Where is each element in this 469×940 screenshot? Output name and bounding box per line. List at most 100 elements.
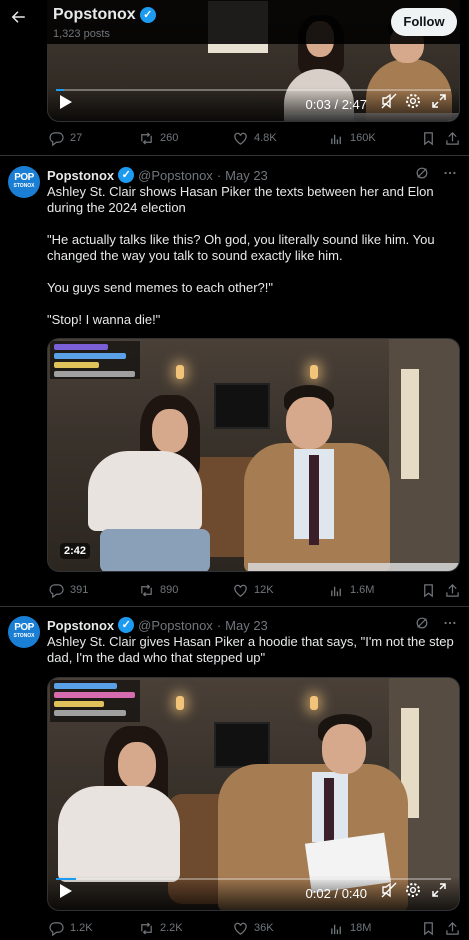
tweet-divider [0, 606, 469, 607]
video-frame-tv [214, 722, 270, 768]
verified-badge-icon: ✓ [139, 7, 156, 23]
video-person-2-face [322, 724, 366, 774]
view-count: 160K [350, 132, 376, 144]
tweet3-video[interactable]: 0:02 / 0:40 [47, 677, 460, 911]
tweet1-actions: 27 260 4.8K 160K [47, 128, 460, 148]
tweet3-header-icons [415, 616, 457, 633]
repost-count: 890 [160, 584, 179, 596]
video-person-2-tie [309, 455, 319, 545]
video-ticker [248, 563, 459, 571]
tweet3-header: Popstonox ✓ @Popstonox · May 23 [47, 616, 268, 634]
video-progress-bar[interactable] [56, 878, 451, 880]
profile-header: Popstonox ✓ 1,323 posts Follow [0, 0, 469, 44]
views-icon [331, 924, 341, 934]
video-time: 0:03 / 2:47 [305, 97, 367, 112]
fullscreen-icon[interactable] [431, 93, 447, 113]
like-button[interactable]: 4.8K [233, 128, 277, 148]
tweet-paragraph: "Stop! I wanna die!" [47, 312, 161, 327]
tweet2-text: Ashley St. Clair shows Hasan Piker the t… [47, 184, 460, 328]
play-icon[interactable] [60, 884, 72, 902]
view-count: 18M [350, 922, 372, 934]
heart-icon [234, 132, 247, 145]
views-button[interactable]: 160K [329, 128, 376, 148]
video-frame-lamp [176, 696, 184, 710]
video-person-body [88, 451, 202, 531]
video-progress-fill [56, 89, 64, 91]
video-person-face [152, 409, 188, 453]
play-icon[interactable] [60, 95, 72, 113]
video-person-body [58, 786, 180, 882]
mute-icon[interactable] [381, 882, 397, 902]
repost-count: 2.2K [160, 922, 183, 934]
video-frame-lamp [176, 365, 184, 379]
author-handle[interactable]: @Popstonox [138, 168, 213, 183]
video-progress-fill [56, 878, 76, 880]
tweet2-actions: 391 890 12K 1.6M [47, 580, 460, 600]
repost-button[interactable]: 2.2K [139, 918, 183, 938]
reply-icon [49, 921, 64, 936]
tweet2-video[interactable]: 2:42 [47, 338, 460, 572]
verified-badge-icon: ✓ [118, 617, 135, 633]
share-icon[interactable] [445, 580, 460, 600]
author-handle[interactable]: @Popstonox [138, 618, 213, 633]
video-person-jeans [100, 529, 210, 571]
views-button[interactable]: 1.6M [329, 580, 374, 600]
video-progress-bar[interactable] [56, 89, 451, 91]
video-person-face [118, 742, 156, 788]
post-date[interactable]: May 23 [225, 618, 268, 633]
author-name[interactable]: Popstonox [47, 618, 114, 633]
heart-icon [234, 584, 247, 597]
repost-icon [141, 583, 152, 597]
tweet2-header: Popstonox ✓ @Popstonox · May 23 [47, 166, 268, 184]
bookmark-icon[interactable] [421, 918, 436, 938]
view-count: 1.6M [350, 584, 375, 596]
repost-button[interactable]: 260 [139, 128, 178, 148]
like-count: 36K [254, 922, 274, 934]
avatar[interactable]: POP STONOX [8, 166, 40, 198]
settings-icon[interactable] [405, 882, 421, 902]
back-arrow-icon[interactable] [8, 8, 28, 32]
verified-badge-icon: ✓ [118, 167, 135, 183]
bookmark-icon[interactable] [421, 128, 436, 148]
tweet3-text: Ashley St. Clair gives Hasan Piker a hoo… [47, 634, 460, 666]
video-chat-overlay [50, 341, 140, 379]
grok-icon[interactable] [415, 166, 429, 183]
video-frame-window [401, 369, 419, 479]
tweet-paragraph: "He actually talks like this? Oh god, yo… [47, 232, 435, 263]
bookmark-icon[interactable] [421, 580, 436, 600]
repost-count: 260 [160, 132, 179, 144]
share-icon[interactable] [445, 128, 460, 148]
views-button[interactable]: 18M [329, 918, 371, 938]
tweet-paragraph: Ashley St. Clair shows Hasan Piker the t… [47, 184, 434, 215]
avatar[interactable]: POP STONOX [8, 616, 40, 648]
views-icon [331, 134, 341, 144]
tweet-divider [0, 155, 469, 156]
author-name[interactable]: Popstonox [47, 168, 114, 183]
more-icon[interactable] [443, 166, 457, 183]
post-date[interactable]: May 23 [225, 168, 268, 183]
reply-button[interactable]: 391 [49, 580, 88, 600]
meta-dot: · [216, 167, 222, 183]
profile-name-text: Popstonox [53, 6, 136, 23]
post-count: 1,323 posts [53, 28, 110, 40]
follow-button[interactable]: Follow [391, 8, 457, 36]
tweet3-actions: 1.2K 2.2K 36K 18M [47, 918, 460, 938]
video-frame-lamp [310, 365, 318, 379]
reply-button[interactable]: 1.2K [49, 918, 93, 938]
video-controls: 0:03 / 2:47 [48, 87, 459, 121]
like-button[interactable]: 12K [233, 580, 274, 600]
mute-icon[interactable] [381, 93, 397, 113]
repost-button[interactable]: 890 [139, 580, 178, 600]
fullscreen-icon[interactable] [431, 882, 447, 902]
repost-icon [141, 131, 152, 145]
grok-icon[interactable] [415, 616, 429, 633]
more-icon[interactable] [443, 616, 457, 633]
video-person-2-face [286, 397, 332, 449]
like-button[interactable]: 36K [233, 918, 274, 938]
share-icon[interactable] [445, 918, 460, 938]
like-count: 12K [254, 584, 274, 596]
video-frame-tv [214, 383, 270, 429]
profile-name: Popstonox ✓ [53, 6, 156, 24]
settings-icon[interactable] [405, 93, 421, 113]
reply-button[interactable]: 27 [49, 128, 82, 148]
